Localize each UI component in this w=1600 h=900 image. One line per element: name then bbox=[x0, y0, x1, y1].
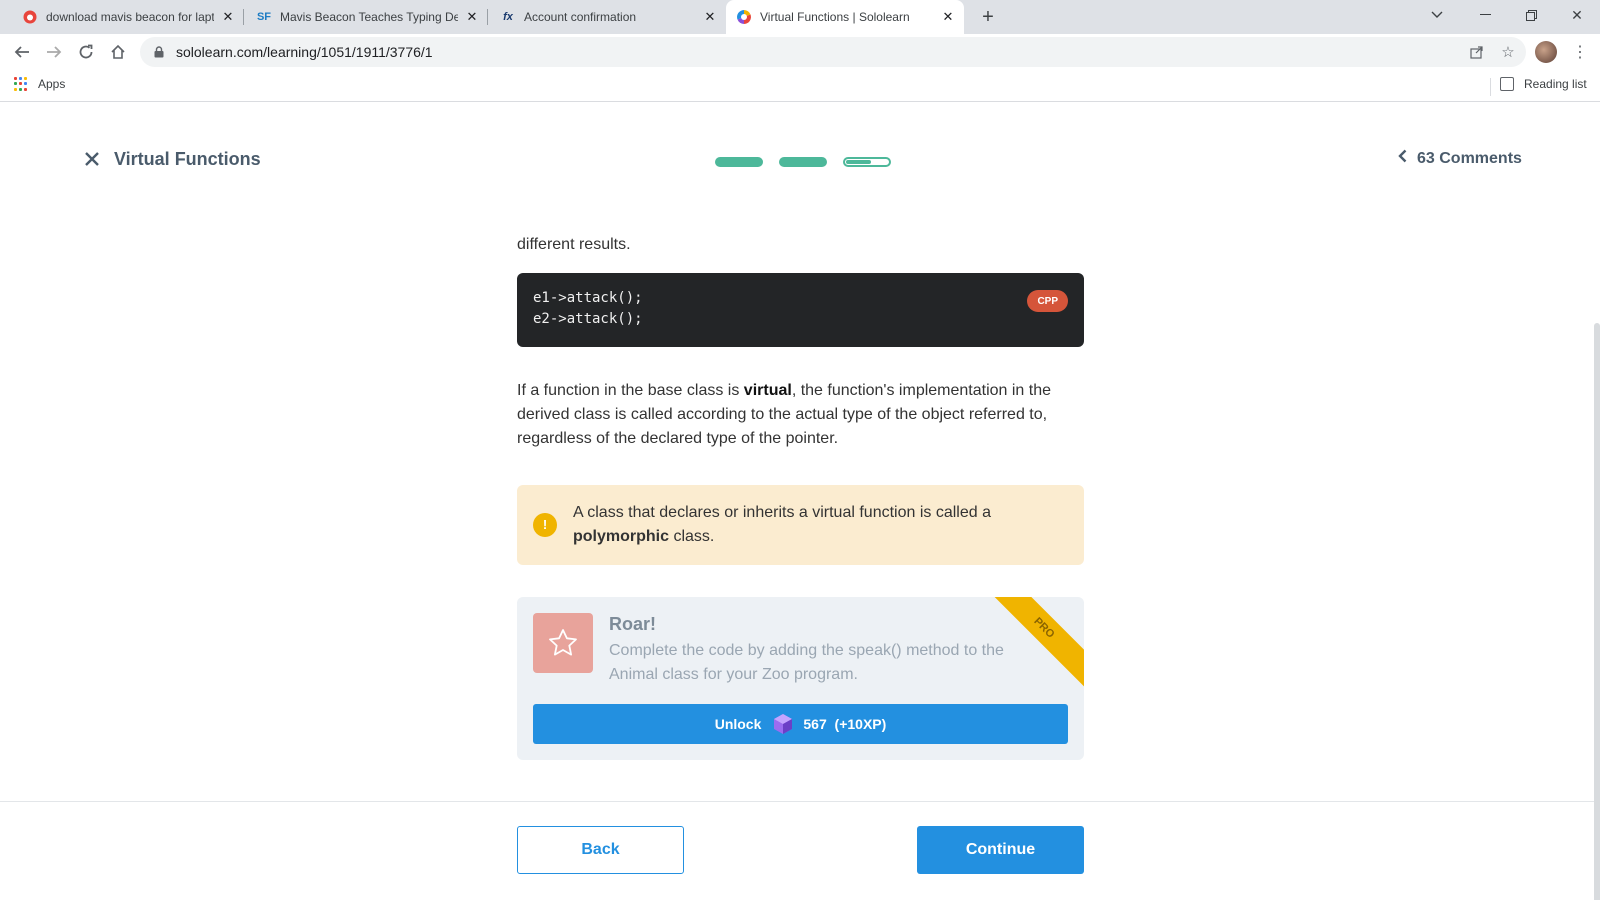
bookmarks-bar: Apps Reading list bbox=[0, 70, 1600, 102]
apps-label: Apps bbox=[38, 77, 66, 91]
sololearn-logo-icon bbox=[736, 9, 752, 25]
info-note: ! A class that declares or inherits a vi… bbox=[517, 485, 1084, 565]
red-circle-icon bbox=[22, 9, 38, 25]
sf-favicon: SF bbox=[256, 11, 272, 23]
browser-tab-2[interactable]: SF Mavis Beacon Teaches Typing De ✕ bbox=[244, 0, 488, 34]
comments-label: 63 Comments bbox=[1417, 149, 1522, 167]
lesson-page: Virtual Functions 63 Comments different … bbox=[0, 103, 1600, 900]
tab-title: Virtual Functions | Sololearn bbox=[760, 10, 910, 24]
browser-tabstrip: download mavis beacon for lapto ✕ SF Mav… bbox=[0, 0, 1600, 34]
unlock-button[interactable]: Unlock 567 (+10XP) bbox=[533, 704, 1068, 744]
explanation-paragraph: If a function in the base class is virtu… bbox=[517, 379, 1084, 451]
bookmarks-separator bbox=[1490, 78, 1491, 96]
bookmark-star-icon[interactable]: ☆ bbox=[1499, 43, 1517, 61]
chevron-left-icon bbox=[1398, 149, 1407, 168]
home-icon[interactable] bbox=[104, 38, 132, 66]
close-tab-icon[interactable]: ✕ bbox=[220, 9, 236, 25]
lesson-content: different results. e1->attack(); e2->att… bbox=[517, 213, 1084, 760]
language-badge[interactable]: CPP bbox=[1027, 290, 1068, 312]
close-tab-icon[interactable]: ✕ bbox=[940, 9, 956, 25]
url-text: sololearn.com/learning/1051/1911/3776/1 bbox=[176, 44, 433, 60]
unlock-cost: 567 bbox=[803, 716, 827, 732]
unlock-label: Unlock bbox=[714, 716, 762, 732]
browser-tab-active[interactable]: Virtual Functions | Sololearn ✕ bbox=[726, 0, 964, 34]
browser-menu-icon[interactable]: ⋮ bbox=[1572, 40, 1588, 64]
unlock-xp: (+10XP) bbox=[834, 716, 887, 732]
paragraph-bold-term: virtual bbox=[743, 382, 792, 399]
progress-segment-1 bbox=[715, 157, 763, 167]
lead-text: different results. bbox=[517, 236, 631, 253]
minimize-icon[interactable] bbox=[1462, 0, 1508, 30]
browser-tab-3[interactable]: fx Account confirmation ✕ bbox=[488, 0, 726, 34]
paragraph-text: If a function in the base class is bbox=[517, 382, 744, 399]
share-icon[interactable] bbox=[1468, 43, 1486, 61]
code-line: e1->attack(); bbox=[533, 290, 643, 306]
close-tab-icon[interactable]: ✕ bbox=[464, 9, 480, 25]
reading-list-button[interactable]: Reading list bbox=[1500, 77, 1587, 91]
clipped-previous-text bbox=[517, 213, 1084, 233]
close-window-icon[interactable]: ✕ bbox=[1554, 0, 1600, 30]
back-arrow-icon[interactable] bbox=[8, 38, 36, 66]
comments-link[interactable]: 63 Comments bbox=[1398, 149, 1522, 168]
apps-shortcut[interactable]: Apps bbox=[14, 77, 65, 91]
lesson-title: Virtual Functions bbox=[114, 149, 261, 169]
code-block: e1->attack(); e2->attack(); CPP bbox=[517, 273, 1084, 347]
browser-tab-1[interactable]: download mavis beacon for lapto ✕ bbox=[0, 0, 244, 34]
profile-avatar[interactable] bbox=[1535, 41, 1557, 63]
close-tab-icon[interactable]: ✕ bbox=[702, 9, 718, 25]
note-text: A class that declares or inherits a virt… bbox=[573, 504, 991, 521]
star-icon bbox=[533, 613, 593, 673]
tab-title: Mavis Beacon Teaches Typing De bbox=[280, 10, 458, 24]
reload-icon[interactable] bbox=[72, 38, 100, 66]
progress-segment-3 bbox=[843, 157, 891, 167]
pro-challenge-card[interactable]: Roar! Complete the code by adding the sp… bbox=[517, 597, 1084, 760]
close-lesson-icon[interactable] bbox=[82, 149, 102, 169]
note-text: class. bbox=[669, 528, 715, 545]
exclamation-icon: ! bbox=[533, 513, 557, 537]
reading-list-label: Reading list bbox=[1524, 77, 1587, 91]
apps-grid-icon bbox=[14, 77, 28, 91]
tab-title: Account confirmation bbox=[524, 10, 637, 24]
lesson-progress bbox=[715, 157, 891, 167]
continue-button[interactable]: Continue bbox=[917, 826, 1084, 874]
progress-segment-fill bbox=[846, 160, 872, 164]
gem-icon bbox=[773, 713, 793, 735]
challenge-description: Complete the code by adding the speak() … bbox=[609, 642, 1004, 683]
fx-favicon: fx bbox=[503, 11, 513, 23]
forward-arrow-icon[interactable] bbox=[40, 38, 68, 66]
lesson-header: Virtual Functions 63 Comments bbox=[0, 103, 1600, 203]
back-button[interactable]: Back bbox=[517, 826, 684, 874]
tab-title: download mavis beacon for lapto bbox=[46, 10, 214, 24]
lock-icon bbox=[152, 45, 166, 59]
tab-search-icon[interactable] bbox=[1414, 0, 1460, 30]
challenge-title: Roar! bbox=[609, 614, 657, 634]
note-bold-term: polymorphic bbox=[573, 528, 670, 545]
address-bar[interactable]: sololearn.com/learning/1051/1911/3776/1 … bbox=[140, 37, 1526, 67]
restore-icon[interactable] bbox=[1508, 0, 1554, 30]
progress-segment-2 bbox=[779, 157, 827, 167]
reading-list-icon bbox=[1500, 77, 1514, 91]
browser-toolbar: sololearn.com/learning/1051/1911/3776/1 … bbox=[0, 34, 1600, 70]
code-line: e2->attack(); bbox=[533, 311, 643, 327]
new-tab-button[interactable]: + bbox=[976, 5, 1000, 29]
footer-divider bbox=[0, 801, 1600, 802]
page-scrollbar[interactable] bbox=[1594, 323, 1600, 900]
pro-ribbon-label: PRO bbox=[1031, 615, 1057, 641]
